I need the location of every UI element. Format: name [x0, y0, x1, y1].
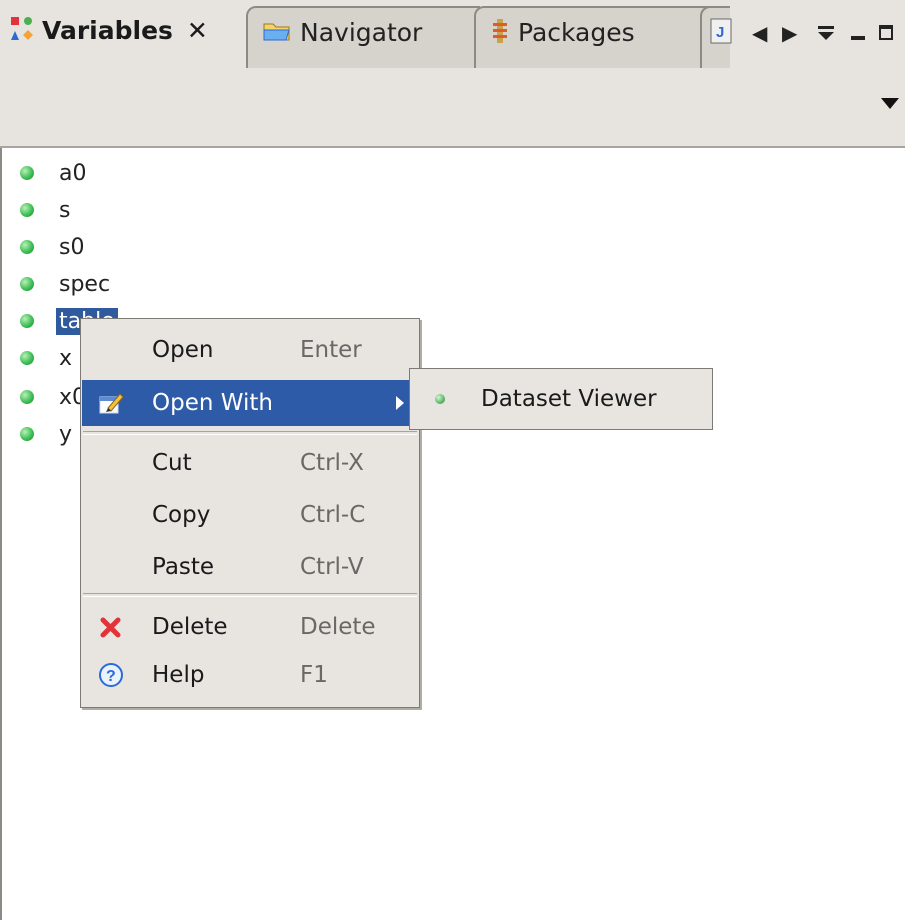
menu-item-shortcut: Ctrl-V [300, 554, 364, 580]
menu-item-label: Copy [152, 502, 211, 528]
menu-item-label: Open [152, 337, 214, 363]
menu-item-label: Open With [152, 390, 273, 416]
tab-label: Packages [518, 18, 635, 47]
minimize-icon[interactable] [850, 18, 866, 48]
scroll-left-icon[interactable]: ◀ [752, 18, 767, 48]
menu-item-label: Help [152, 662, 205, 688]
svg-text:?: ? [106, 668, 116, 685]
variable-icon [20, 203, 34, 217]
view-toolbar [0, 68, 905, 148]
tab-java-file[interactable]: J [700, 6, 732, 68]
open-with-submenu: Dataset Viewer [409, 368, 713, 430]
menu-item-shortcut: Ctrl-X [300, 450, 364, 476]
menu-item-copy[interactable]: Copy Ctrl-C [82, 492, 418, 538]
menu-item-shortcut: F1 [300, 662, 328, 688]
variable-name: y [59, 421, 73, 447]
variable-name: spec [59, 271, 111, 297]
menu-item-label: Dataset Viewer [481, 386, 657, 412]
menu-item-shortcut: Enter [300, 337, 362, 363]
svg-text:J: J [716, 24, 724, 41]
menu-item-label: Paste [152, 554, 215, 580]
variable-icon [20, 166, 34, 180]
tab-label: Navigator [300, 18, 423, 47]
tree-item[interactable]: a0 [20, 154, 89, 192]
scroll-right-icon[interactable]: ▶ [782, 18, 797, 48]
maximize-icon[interactable] [878, 18, 894, 48]
help-icon: ? [96, 660, 126, 690]
variable-name: a0 [59, 160, 87, 186]
variable-icon [20, 427, 34, 441]
packages-icon [490, 18, 510, 50]
menu-item-dataset-viewer[interactable]: Dataset Viewer [411, 370, 711, 428]
close-tab-icon[interactable]: ✕ [187, 16, 208, 45]
menu-item-shortcut: Delete [300, 614, 376, 640]
submenu-arrow-icon [396, 396, 404, 410]
variable-icon [20, 351, 34, 365]
variable-name: s0 [59, 234, 85, 260]
menu-item-paste[interactable]: Paste Ctrl-V [82, 544, 418, 590]
menu-item-label: Cut [152, 450, 192, 476]
tree-item[interactable]: s [20, 191, 73, 229]
variable-icon [20, 390, 34, 404]
menu-separator [83, 431, 417, 435]
menu-separator [83, 593, 417, 597]
tree-item[interactable]: x0 [20, 378, 89, 416]
tree-item[interactable]: x [20, 339, 75, 377]
tree-item[interactable]: y [20, 415, 75, 453]
variable-name: x [59, 345, 73, 371]
folder-icon [262, 18, 292, 50]
variable-icon [20, 240, 34, 254]
dataset-icon [435, 394, 445, 404]
tree-item[interactable]: s0 [20, 228, 87, 266]
menu-item-open-with[interactable]: Open With [82, 380, 418, 426]
delete-icon [96, 612, 126, 642]
open-with-icon [96, 388, 126, 418]
variable-name: s [59, 197, 71, 223]
view-tab-strip: Variables ✕ Navigator Packages J ◀ ▶ [0, 0, 905, 68]
menu-item-open[interactable]: Open Enter [82, 327, 418, 373]
variable-icon [20, 277, 34, 291]
menu-item-help[interactable]: ? Help F1 [82, 652, 418, 698]
menu-item-shortcut: Ctrl-C [300, 502, 366, 528]
menu-item-label: Delete [152, 614, 228, 640]
tab-navigator[interactable]: Navigator [246, 6, 480, 68]
menu-item-delete[interactable]: Delete Delete [82, 604, 418, 650]
tree-item[interactable]: spec [20, 265, 113, 303]
view-menu-icon[interactable] [816, 18, 836, 48]
variable-icon [20, 314, 34, 328]
tab-packages[interactable]: Packages [474, 6, 710, 68]
context-menu: Open Enter Open With Cut Ctrl-X Copy Ctr… [80, 318, 420, 708]
menu-item-cut[interactable]: Cut Ctrl-X [82, 440, 418, 486]
view-dropdown-icon[interactable] [881, 98, 899, 109]
tab-variables[interactable]: Variables ✕ [0, 6, 246, 68]
java-file-icon: J [710, 18, 732, 50]
tab-label: Variables [42, 16, 173, 45]
variables-icon [10, 16, 34, 48]
